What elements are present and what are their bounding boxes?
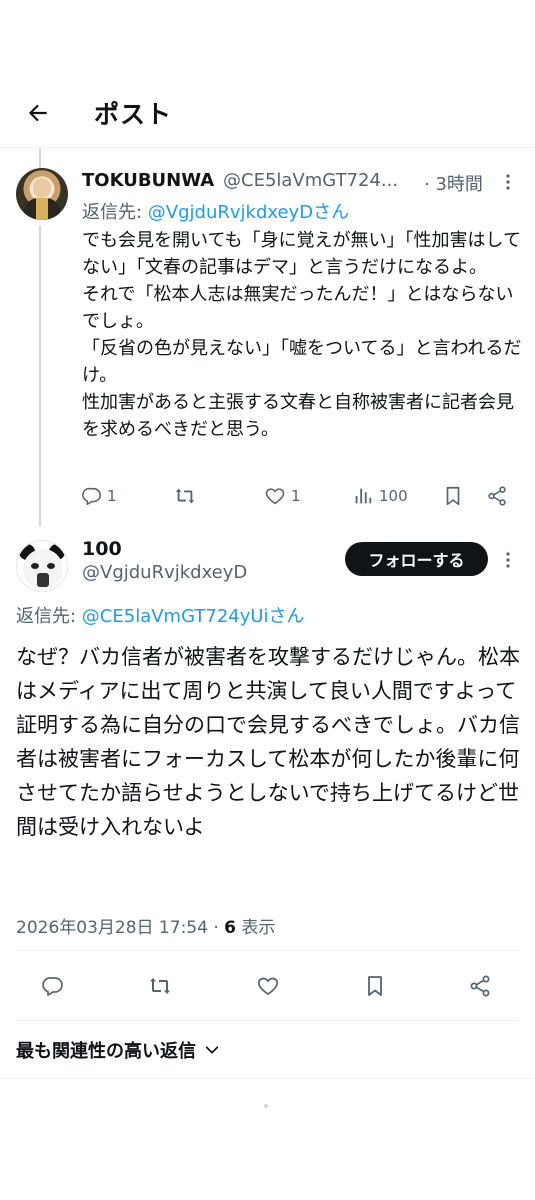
share-button[interactable]: [468, 970, 492, 1002]
share-button[interactable]: [486, 480, 508, 512]
bookmark-icon: [446, 486, 460, 506]
repost-icon: [150, 978, 170, 994]
bookmark-button[interactable]: [363, 970, 387, 1002]
reply-to-link[interactable]: @CE5laVmGT724yUiさん: [82, 606, 305, 627]
back-button[interactable]: [18, 93, 58, 133]
bookmark-icon: [368, 976, 382, 996]
repost-button[interactable]: [174, 480, 201, 512]
reply-sort-label: 最も関連性の高い返信: [16, 1041, 196, 1062]
reply-to: 返信先: @VgjduRvjkdxeyDさん: [82, 198, 349, 224]
more-button[interactable]: [496, 168, 520, 196]
page-title: ポスト: [94, 100, 173, 129]
divider: [16, 950, 519, 951]
repost-button[interactable]: [148, 970, 172, 1002]
like-icon: [257, 977, 279, 995]
avatar[interactable]: [16, 540, 68, 592]
avatar[interactable]: [16, 168, 68, 220]
views-label: 表示: [235, 918, 276, 938]
display-name[interactable]: 100: [82, 538, 122, 560]
like-button[interactable]: [256, 970, 280, 1002]
divider: [16, 1020, 519, 1021]
reply-to-label: 返信先:: [82, 202, 148, 223]
post-timestamp[interactable]: 2026年03月28日 17:54 ·: [16, 918, 224, 938]
chevron-down-icon: [205, 1046, 219, 1054]
post-meta: 2026年03月28日 17:54 · 6 表示: [16, 913, 275, 938]
back-arrow-icon: [28, 104, 47, 122]
header-divider: [0, 147, 535, 148]
views-button[interactable]: 100: [352, 480, 408, 512]
more-button[interactable]: [496, 546, 520, 574]
more-vertical-icon: [506, 174, 510, 190]
views-count: 100: [379, 487, 408, 505]
bookmark-button[interactable]: [442, 480, 464, 512]
thread-line: [39, 226, 41, 526]
user-handle[interactable]: @CE5laVmGT724...: [223, 170, 398, 191]
thread-line-top: [39, 148, 41, 168]
follow-button[interactable]: フォローする: [345, 542, 488, 576]
reply-sort-dropdown[interactable]: 最も関連性の高い返信: [16, 1037, 220, 1063]
more-vertical-icon: [506, 552, 510, 568]
views-icon: [355, 488, 372, 504]
reply-button[interactable]: 1: [80, 480, 117, 512]
reply-button[interactable]: [40, 970, 64, 1002]
share-icon: [470, 975, 490, 997]
like-icon: [265, 488, 285, 505]
display-name[interactable]: TOKUBUNWA: [82, 170, 214, 191]
views-count: 6: [224, 918, 236, 938]
tweet-text: でも会見を開いても「身に覚えが無い」「性加害はしてない」「文春の記事はデマ」と言…: [82, 230, 522, 440]
tweet-text: なぜ？バカ信者が被害者を攻撃するだけじゃん。松本はメディアに出て周りと共演して良…: [16, 645, 520, 839]
tweet-actions: 1 1 100: [80, 480, 520, 512]
repost-icon: [175, 488, 195, 504]
reply-to-label: 返信先:: [16, 606, 82, 627]
reply-to-link[interactable]: @VgjduRvjkdxeyDさん: [148, 202, 349, 223]
like-count: 1: [291, 487, 301, 505]
reply-count: 1: [107, 487, 117, 505]
reply-to: 返信先: @CE5laVmGT724yUiさん: [16, 602, 305, 628]
tweet-actions: [16, 970, 519, 1002]
user-handle[interactable]: @VgjduRvjkdxeyD: [82, 562, 247, 583]
share-icon: [488, 486, 506, 506]
post-time[interactable]: · 3時間: [424, 170, 483, 196]
divider: [0, 1078, 535, 1079]
like-button[interactable]: 1: [264, 480, 301, 512]
reply-icon: [82, 487, 101, 506]
reply-icon: [42, 977, 63, 996]
loading-indicator: [264, 1104, 268, 1108]
